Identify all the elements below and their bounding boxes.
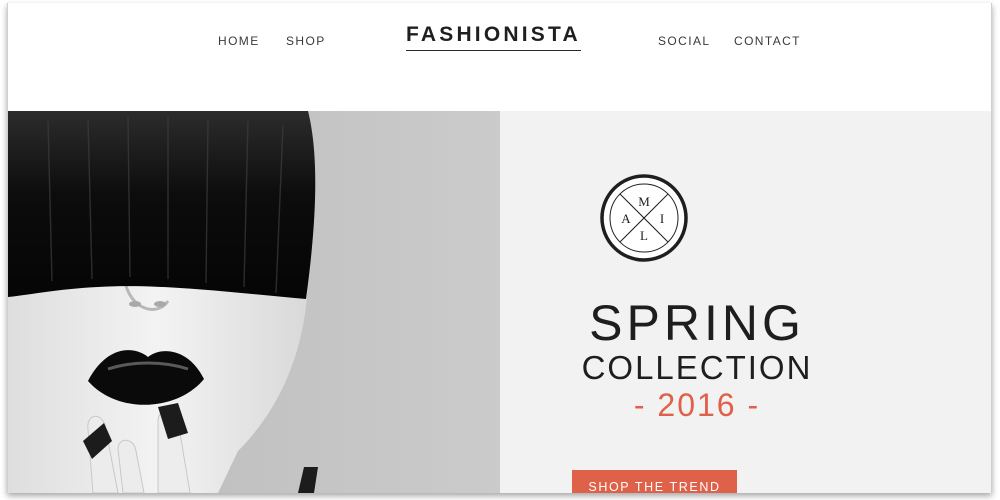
badge-letter-a: A [621, 211, 631, 226]
nav-home-link[interactable]: HOME [218, 34, 260, 48]
badge-letter-i: I [660, 211, 664, 226]
promo-panel: M I L A SPRING COLLECTION - 2016 - SHOP … [500, 111, 991, 493]
hero-section: M I L A SPRING COLLECTION - 2016 - SHOP … [8, 111, 991, 493]
nav-shop-link[interactable]: SHOP [286, 34, 326, 48]
badge-letter-l: L [640, 228, 648, 243]
browser-frame: HOME SHOP FASHIONISTA SOCIAL CONTACT M I… [7, 3, 992, 493]
mila-badge-icon: M I L A [600, 174, 688, 262]
nav-social-link[interactable]: SOCIAL [658, 34, 710, 48]
site-logo[interactable]: FASHIONISTA [406, 23, 581, 51]
hero-title-collection: COLLECTION [581, 349, 813, 386]
nav-contact-link[interactable]: CONTACT [734, 34, 801, 48]
hero-title-year: - 2016 - [633, 387, 761, 423]
site-header: HOME SHOP FASHIONISTA SOCIAL CONTACT [8, 3, 991, 112]
badge-letter-m: M [638, 194, 650, 209]
model-illustration [8, 111, 318, 493]
model-photo [8, 111, 500, 493]
shop-the-trend-button[interactable]: SHOP THE TREND [572, 470, 737, 493]
hero-title-spring: SPRING [589, 295, 805, 351]
